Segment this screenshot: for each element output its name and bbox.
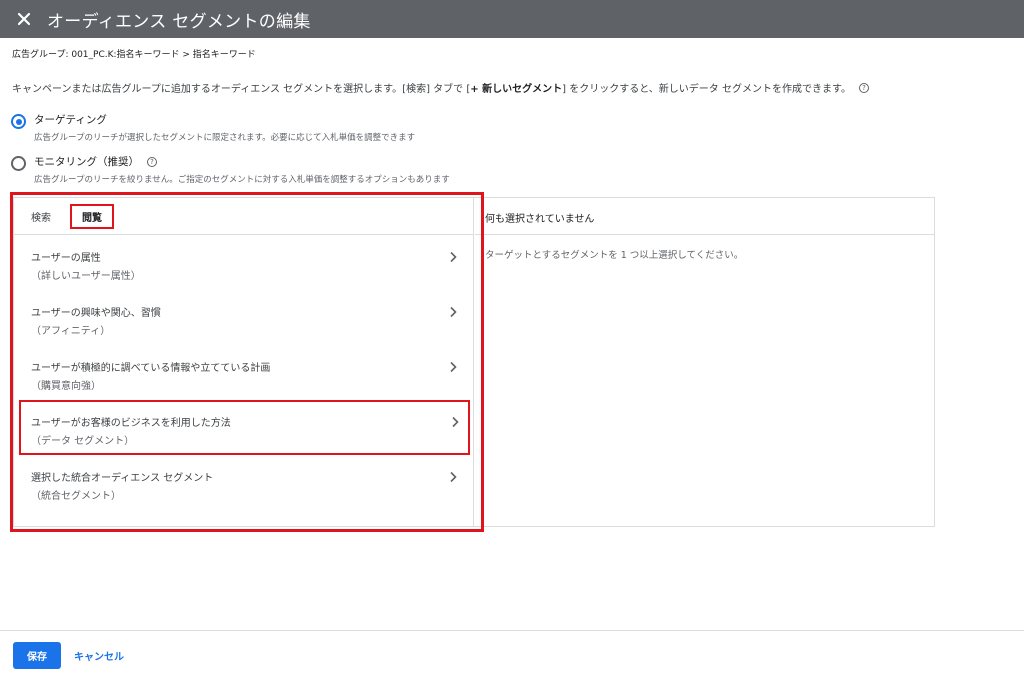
category-item[interactable]: ユーザーが積極的に調べている情報や立てている計画 （購買意向強） [14, 345, 473, 400]
segment-panel: 検索 閲覧 ユーザーの属性 （詳しいユーザー属性） ユーザーの興味や関心、習慣 … [13, 197, 935, 527]
selection-column: 何も選択されていません ターゲットとするセグメントを 1 つ以上選択してください… [475, 198, 934, 526]
targeting-label: ターゲティング [34, 114, 107, 126]
browse-column: 検索 閲覧 ユーザーの属性 （詳しいユーザー属性） ユーザーの興味や関心、習慣 … [14, 198, 474, 526]
category-subtitle: （データ セグメント） [31, 436, 135, 447]
help-icon[interactable]: ? [858, 82, 869, 93]
category-title: ユーザーがお客様のビジネスを利用した方法 [31, 418, 231, 429]
breadcrumb: 広告グループ: 001_PC.K:指名キーワード > 指名キーワード [12, 50, 256, 60]
category-title: ユーザーの属性 [31, 253, 101, 264]
chevron-right-icon [452, 416, 459, 428]
category-item[interactable]: ユーザーの属性 （詳しいユーザー属性） [14, 235, 473, 290]
category-subtitle: （統合セグメント） [31, 491, 121, 502]
category-subtitle: （詳しいユーザー属性） [31, 271, 141, 282]
dialog-footer: 保存 キャンセル [0, 630, 1024, 679]
intro-text: キャンペーンまたは広告グループに追加するオーディエンス セグメントを選択します。… [12, 80, 869, 95]
category-title: ユーザーが積極的に調べている情報や立てている計画 [31, 363, 271, 374]
chevron-right-icon [450, 471, 457, 483]
chevron-right-icon [450, 251, 457, 263]
category-subtitle: （アフィニティ） [31, 326, 111, 337]
option-monitoring[interactable]: モニタリング（推奨）? 広告グループのリーチを絞りません。ご指定のセグメントに対… [11, 154, 450, 185]
category-item[interactable]: 選択した統合オーディエンス セグメント （統合セグメント） [14, 455, 473, 510]
monitoring-desc: 広告グループのリーチを絞りません。ご指定のセグメントに対する入札単価を調整するオ… [34, 175, 450, 185]
category-item-highlighted[interactable]: ユーザーがお客様のビジネスを利用した方法 （データ セグメント） [19, 400, 470, 455]
intro-bold: + 新しいセグメント [470, 84, 563, 95]
category-item[interactable]: ユーザーの興味や関心、習慣 （アフィニティ） [14, 290, 473, 345]
tab-browse[interactable]: 閲覧 [70, 203, 114, 229]
selection-hint: ターゲットとするセグメントを 1 つ以上選択してください。 [485, 250, 744, 261]
targeting-radio[interactable] [11, 114, 26, 129]
category-subtitle: （購買意向強） [31, 381, 101, 392]
dialog-header: オーディエンス セグメントの編集 [0, 0, 1024, 38]
help-icon[interactable]: ? [147, 156, 157, 167]
dialog-title: オーディエンス セグメントの編集 [47, 11, 311, 32]
monitoring-radio[interactable] [11, 156, 26, 171]
tab-search[interactable]: 検索 [31, 209, 51, 224]
save-button[interactable]: 保存 [13, 641, 61, 669]
option-targeting[interactable]: ターゲティング 広告グループのリーチが選択したセグメントに限定されます。必要に応… [11, 112, 415, 143]
close-button[interactable] [13, 8, 35, 30]
category-list: ユーザーの属性 （詳しいユーザー属性） ユーザーの興味や関心、習慣 （アフィニテ… [14, 235, 473, 510]
selection-heading: 何も選択されていません [475, 198, 934, 235]
chevron-right-icon [450, 306, 457, 318]
targeting-desc: 広告グループのリーチが選択したセグメントに限定されます。必要に応じて入札単価を調… [34, 133, 416, 143]
tab-bar: 検索 閲覧 [14, 198, 473, 235]
category-title: 選択した統合オーディエンス セグメント [31, 473, 214, 484]
category-title: ユーザーの興味や関心、習慣 [31, 308, 161, 319]
cancel-button[interactable]: キャンセル [74, 648, 124, 663]
intro-part2: ] をクリックすると、新しいデータ セグメントを作成できます。 [562, 84, 851, 95]
chevron-right-icon [450, 361, 457, 373]
close-icon [17, 12, 31, 26]
intro-part1: キャンペーンまたは広告グループに追加するオーディエンス セグメントを選択します。… [12, 84, 471, 95]
monitoring-label: モニタリング（推奨） [34, 156, 139, 168]
